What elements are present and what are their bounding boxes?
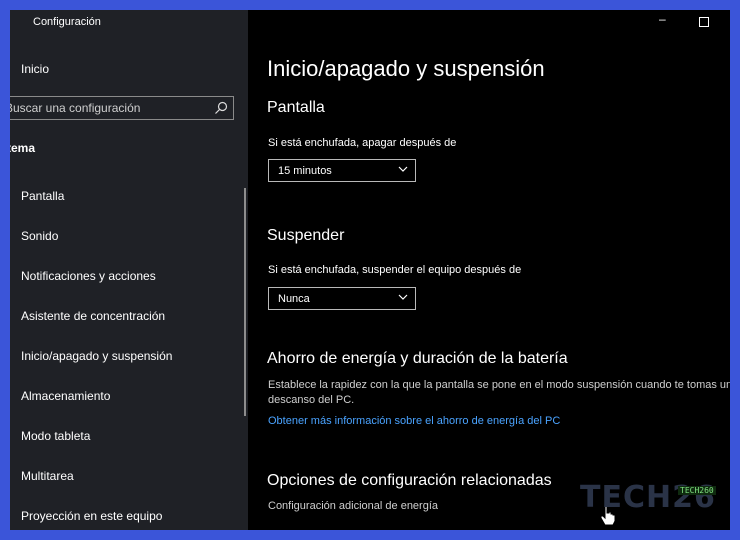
- sidebar-home[interactable]: Inicio: [21, 62, 49, 76]
- sleep-timeout-value: Nunca: [278, 293, 310, 305]
- sidebar-item-almacenamiento[interactable]: Almacenamiento: [21, 389, 110, 403]
- search-input[interactable]: [10, 97, 205, 119]
- watermark-badge: TECH260: [678, 486, 716, 495]
- sidebar: Configuración Inicio tema Pantalla Sonid…: [10, 10, 248, 530]
- sleep-heading: Suspender: [267, 227, 345, 244]
- sidebar-item-modo-tableta[interactable]: Modo tableta: [21, 429, 90, 443]
- energy-description: Establece la rapidez con la que la panta…: [268, 379, 730, 406]
- search-icon[interactable]: [213, 100, 229, 116]
- sleep-timeout-dropdown[interactable]: Nunca: [268, 287, 416, 310]
- settings-window: Configuración Inicio tema Pantalla Sonid…: [10, 10, 730, 530]
- additional-power-settings-link[interactable]: Configuración adicional de energía: [268, 500, 438, 512]
- page-title: Inicio/apagado y suspensión: [267, 56, 545, 81]
- screen-timeout-value: 15 minutos: [278, 165, 332, 177]
- maximize-icon[interactable]: [699, 17, 709, 27]
- chevron-down-icon: [398, 166, 408, 172]
- sidebar-item-inicio-apagado[interactable]: Inicio/apagado y suspensión: [21, 349, 172, 363]
- sleep-timeout-label: Si está enchufada, suspender el equipo d…: [268, 264, 522, 276]
- minimize-icon[interactable]: –: [659, 12, 666, 26]
- sidebar-item-pantalla[interactable]: Pantalla: [21, 189, 64, 203]
- sidebar-item-proyeccion[interactable]: Proyección en este equipo: [21, 509, 162, 523]
- screen-timeout-label: Si está enchufada, apagar después de: [268, 137, 457, 149]
- search-box[interactable]: [10, 96, 234, 120]
- section-label: tema: [10, 141, 36, 155]
- related-heading: Opciones de configuración relacionadas: [267, 472, 552, 489]
- sidebar-item-asistente[interactable]: Asistente de concentración: [21, 309, 165, 323]
- main-panel: – Inicio/apagado y suspensión Pantalla S…: [248, 10, 730, 530]
- sidebar-item-notificaciones[interactable]: Notificaciones y acciones: [21, 269, 156, 283]
- sidebar-item-multitarea[interactable]: Multitarea: [21, 469, 74, 483]
- energy-heading: Ahorro de energía y duración de la bater…: [267, 350, 568, 367]
- sidebar-scrollbar[interactable]: [244, 188, 246, 416]
- watermark-logo: TECH26 TECH260: [580, 474, 716, 520]
- chevron-down-icon: [398, 294, 408, 300]
- sidebar-item-sonido[interactable]: Sonido: [21, 229, 58, 243]
- screen-heading: Pantalla: [267, 99, 325, 116]
- app-title: Configuración: [33, 16, 101, 28]
- energy-info-link[interactable]: Obtener más información sobre el ahorro …: [268, 415, 560, 427]
- screen-timeout-dropdown[interactable]: 15 minutos: [268, 159, 416, 182]
